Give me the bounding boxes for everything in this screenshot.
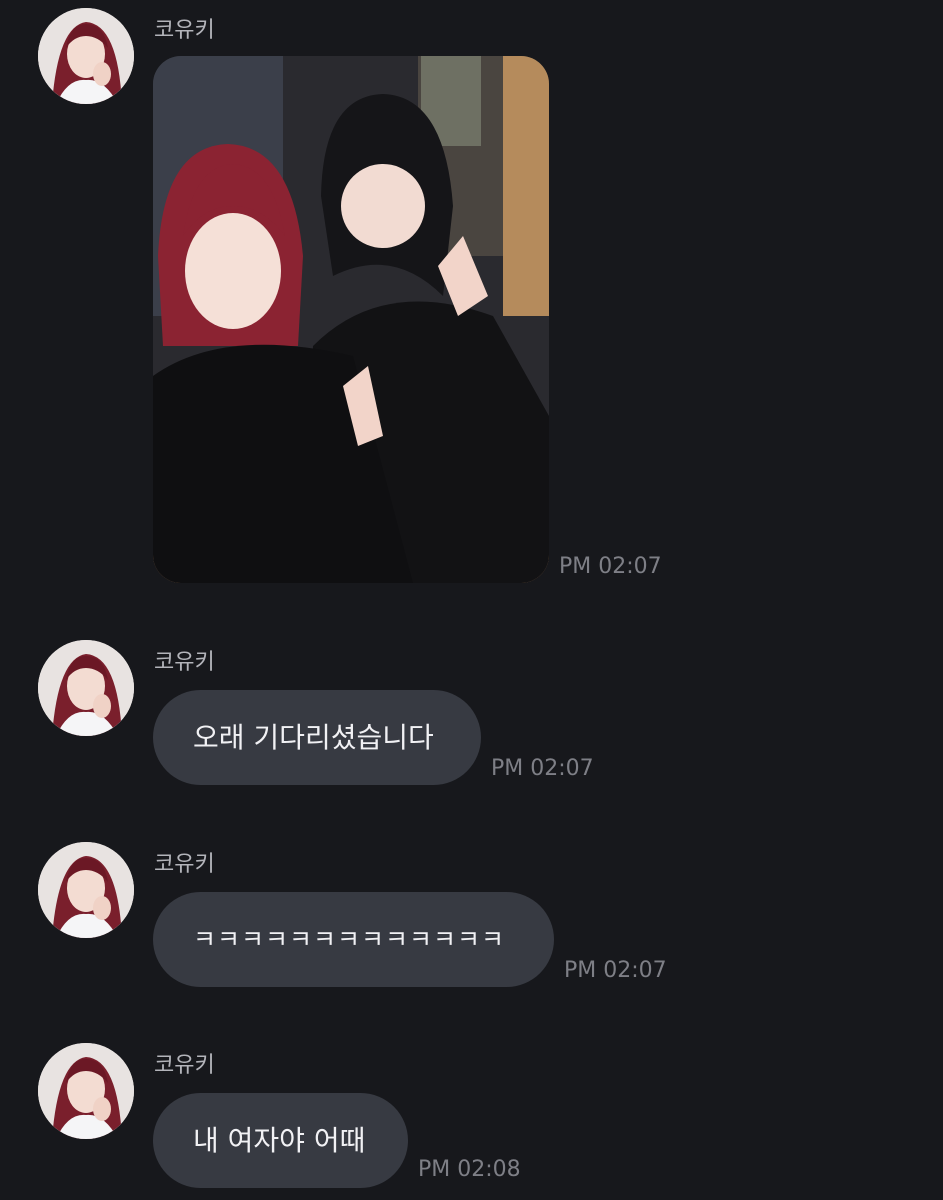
timestamp: PM 02:07 — [491, 756, 594, 781]
message-photo[interactable] — [153, 56, 549, 583]
avatar[interactable] — [38, 8, 134, 104]
sender-name: 코유키 — [154, 852, 215, 877]
timestamp: PM 02:07 — [564, 958, 667, 983]
profile-picture-icon — [38, 640, 134, 736]
sender-name: 코유키 — [154, 18, 215, 43]
message-bubble[interactable]: 오래 기다리셨습니다 — [153, 690, 481, 785]
avatar[interactable] — [38, 1043, 134, 1139]
photo-image-icon — [153, 56, 549, 583]
timestamp: PM 02:07 — [559, 554, 662, 579]
profile-picture-icon — [38, 1043, 134, 1139]
profile-picture-icon — [38, 842, 134, 938]
avatar[interactable] — [38, 640, 134, 736]
timestamp: PM 02:08 — [418, 1157, 521, 1182]
message-bubble[interactable]: 내 여자야 어때 — [153, 1093, 408, 1188]
profile-picture-icon — [38, 8, 134, 104]
sender-name: 코유키 — [154, 650, 215, 675]
sender-name: 코유키 — [154, 1053, 215, 1078]
message-bubble[interactable]: ㅋㅋㅋㅋㅋㅋㅋㅋㅋㅋㅋㅋㅋ — [153, 892, 554, 987]
avatar[interactable] — [38, 842, 134, 938]
